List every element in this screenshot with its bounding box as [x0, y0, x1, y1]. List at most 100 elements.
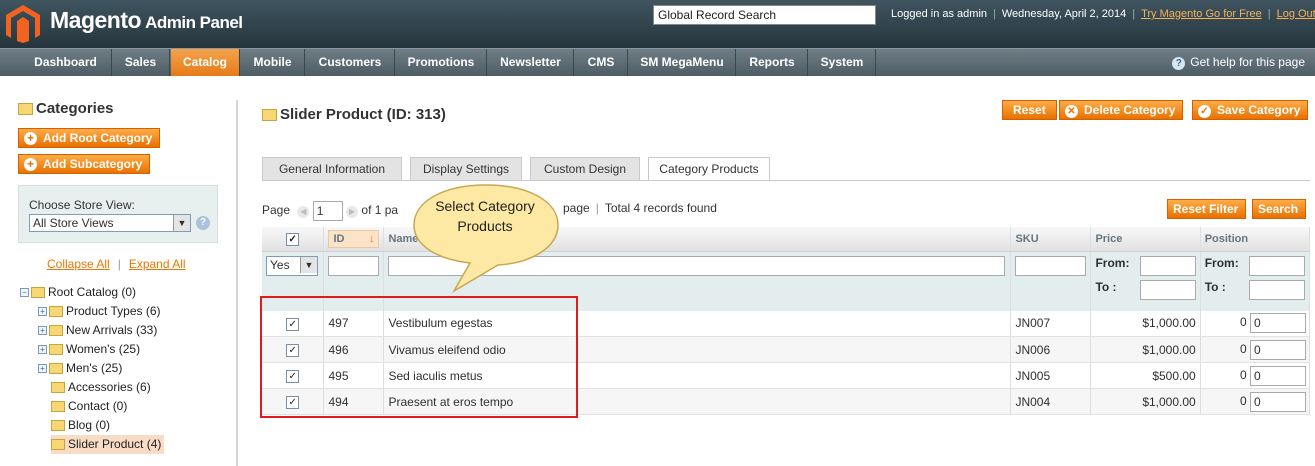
tree-node[interactable]: Contact (0) — [51, 397, 127, 416]
tree-node[interactable]: − Root Catalog (0) — [20, 283, 136, 302]
store-view-box: Choose Store View: All Store Views ▼ ? — [18, 185, 218, 243]
reset-button[interactable]: Reset — [1002, 100, 1057, 120]
expand-icon[interactable]: + — [38, 307, 47, 317]
sku-header[interactable]: SKU — [1010, 227, 1092, 252]
prev-page-icon[interactable]: ◀ — [297, 206, 310, 219]
folder-icon — [51, 439, 65, 451]
expand-icon[interactable]: + — [38, 364, 47, 374]
tab-general-information[interactable]: General Information — [262, 157, 402, 181]
sidebar-divider — [236, 100, 238, 466]
store-view-select[interactable]: All Store Views ▼ — [29, 214, 191, 232]
position-from-label: From: — [1204, 256, 1239, 270]
save-category-button[interactable]: ✓ Save Category — [1192, 100, 1309, 120]
tree-node[interactable]: + Women's (25) — [38, 340, 140, 359]
logged-in-text: Logged in as admin — [891, 8, 988, 20]
filter-cell: From: To : — [1200, 251, 1311, 311]
position-input[interactable]: 0 — [1250, 313, 1306, 334]
tab-category-products[interactable]: Category Products — [648, 157, 770, 181]
price-from-label: From: — [1095, 256, 1130, 270]
help-link[interactable]: ? Get help for this page — [1172, 49, 1305, 76]
page-input[interactable]: 1 — [312, 201, 343, 221]
sku-cell: JN004 — [1010, 388, 1092, 415]
position-cell: 0 0 — [1200, 336, 1311, 363]
id-filter-input[interactable] — [328, 256, 380, 276]
price-from-input[interactable] — [1139, 256, 1196, 276]
select-all-header: ✓ — [262, 227, 325, 252]
add-subcategory-button[interactable]: + Add Subcategory — [18, 154, 151, 174]
store-view-label: Choose Store View: — [29, 198, 135, 212]
reset-filter-button[interactable]: Reset Filter — [1167, 199, 1247, 219]
highlight-box — [260, 296, 578, 418]
price-to-label: To : — [1095, 280, 1117, 294]
tree-node[interactable]: + Men's (25) — [38, 359, 122, 378]
position-header[interactable]: Position — [1200, 227, 1311, 252]
folder-icon — [49, 325, 63, 337]
nav-reports[interactable]: Reports — [737, 49, 808, 76]
tree-node[interactable]: Accessories (6) — [51, 378, 151, 397]
id-header[interactable]: ID ↓ — [323, 227, 385, 252]
tab-display-settings[interactable]: Display Settings — [410, 157, 522, 181]
position-input[interactable]: 0 — [1250, 391, 1306, 412]
position-to-label: To : — [1204, 280, 1226, 294]
tree-node-selected[interactable]: Slider Product (4) — [51, 435, 165, 454]
price-cell: $1,000.00 — [1090, 336, 1201, 363]
position-from-input[interactable] — [1249, 256, 1305, 276]
nav-sales[interactable]: Sales — [112, 49, 170, 76]
sku-cell: JN007 — [1010, 310, 1092, 337]
select-all-checkbox[interactable]: ✓ — [286, 232, 300, 246]
tab-custom-design[interactable]: Custom Design — [530, 157, 640, 181]
total-records-text: Total 4 records found — [604, 201, 717, 215]
main-nav: Dashboard Sales Catalog Mobile Customers… — [0, 48, 1315, 76]
expand-icon[interactable]: + — [38, 326, 47, 336]
sku-filter-input[interactable] — [1015, 256, 1087, 276]
expand-icon[interactable]: + — [38, 345, 47, 355]
expand-all-link[interactable]: Expand All — [129, 257, 186, 271]
help-icon[interactable]: ? — [196, 216, 210, 230]
try-magento-link[interactable]: Try Magento Go for Free — [1141, 8, 1262, 20]
position-input[interactable]: 0 — [1250, 365, 1306, 386]
sidebar: Categories + Add Root Category + Add Subca… — [18, 100, 218, 454]
folder-icon — [49, 344, 63, 356]
global-search-input[interactable]: Global Record Search — [653, 5, 876, 25]
callout-text: Select Category Products — [435, 198, 535, 234]
price-cell: $500.00 — [1090, 362, 1201, 389]
tree-node[interactable]: Blog (0) — [51, 416, 110, 435]
page-suffix-text: page — [563, 201, 590, 215]
price-to-input[interactable] — [1139, 280, 1196, 300]
logout-link[interactable]: Log Out — [1277, 8, 1315, 20]
nav-catalog[interactable]: Catalog — [171, 49, 240, 76]
price-header[interactable]: Price — [1090, 227, 1201, 252]
check-icon: ✓ — [1198, 105, 1211, 118]
add-root-category-button[interactable]: + Add Root Category — [18, 128, 161, 148]
position-to-input[interactable] — [1249, 280, 1305, 300]
header-links: Logged in as admin | Wednesday, April 2, 2… — [891, 8, 1315, 20]
pager-right: page | Total 4 records found — [563, 201, 717, 215]
nav-system[interactable]: System — [809, 49, 876, 76]
collapse-icon[interactable]: − — [20, 288, 29, 298]
tree-node[interactable]: + Product Types (6) — [38, 302, 161, 321]
position-input[interactable]: 0 — [1250, 339, 1306, 360]
page-title: Slider Product (ID: 313) — [262, 106, 446, 123]
folder-icon — [49, 306, 63, 318]
position-cell: 0 0 — [1200, 310, 1311, 337]
plus-icon: + — [24, 132, 37, 145]
folder-icon — [51, 401, 65, 413]
in-category-filter-select[interactable]: Yes ▼ — [266, 256, 318, 276]
nav-mobile[interactable]: Mobile — [241, 49, 305, 76]
of-pages-text: of 1 pa — [361, 203, 399, 218]
search-button[interactable]: Search — [1252, 199, 1307, 219]
brand-title: Magento Admin Panel — [50, 7, 243, 33]
nav-sm-megamenu[interactable]: SM MegaMenu — [629, 49, 736, 76]
next-page-icon[interactable]: ▶ — [346, 206, 359, 219]
nav-dashboard[interactable]: Dashboard — [20, 49, 112, 76]
nav-cms[interactable]: CMS — [575, 49, 628, 76]
collapse-all-link[interactable]: Collapse All — [47, 257, 110, 271]
nav-newsletter[interactable]: Newsletter — [488, 49, 574, 76]
folder-icon — [31, 287, 45, 299]
page-label: Page — [262, 203, 291, 218]
nav-promotions[interactable]: Promotions — [396, 49, 487, 76]
tree-node[interactable]: + New Arrivals (33) — [38, 321, 157, 340]
delete-category-button[interactable]: ✕ Delete Category — [1059, 100, 1184, 120]
folder-icon — [18, 103, 33, 116]
nav-customers[interactable]: Customers — [306, 49, 395, 76]
